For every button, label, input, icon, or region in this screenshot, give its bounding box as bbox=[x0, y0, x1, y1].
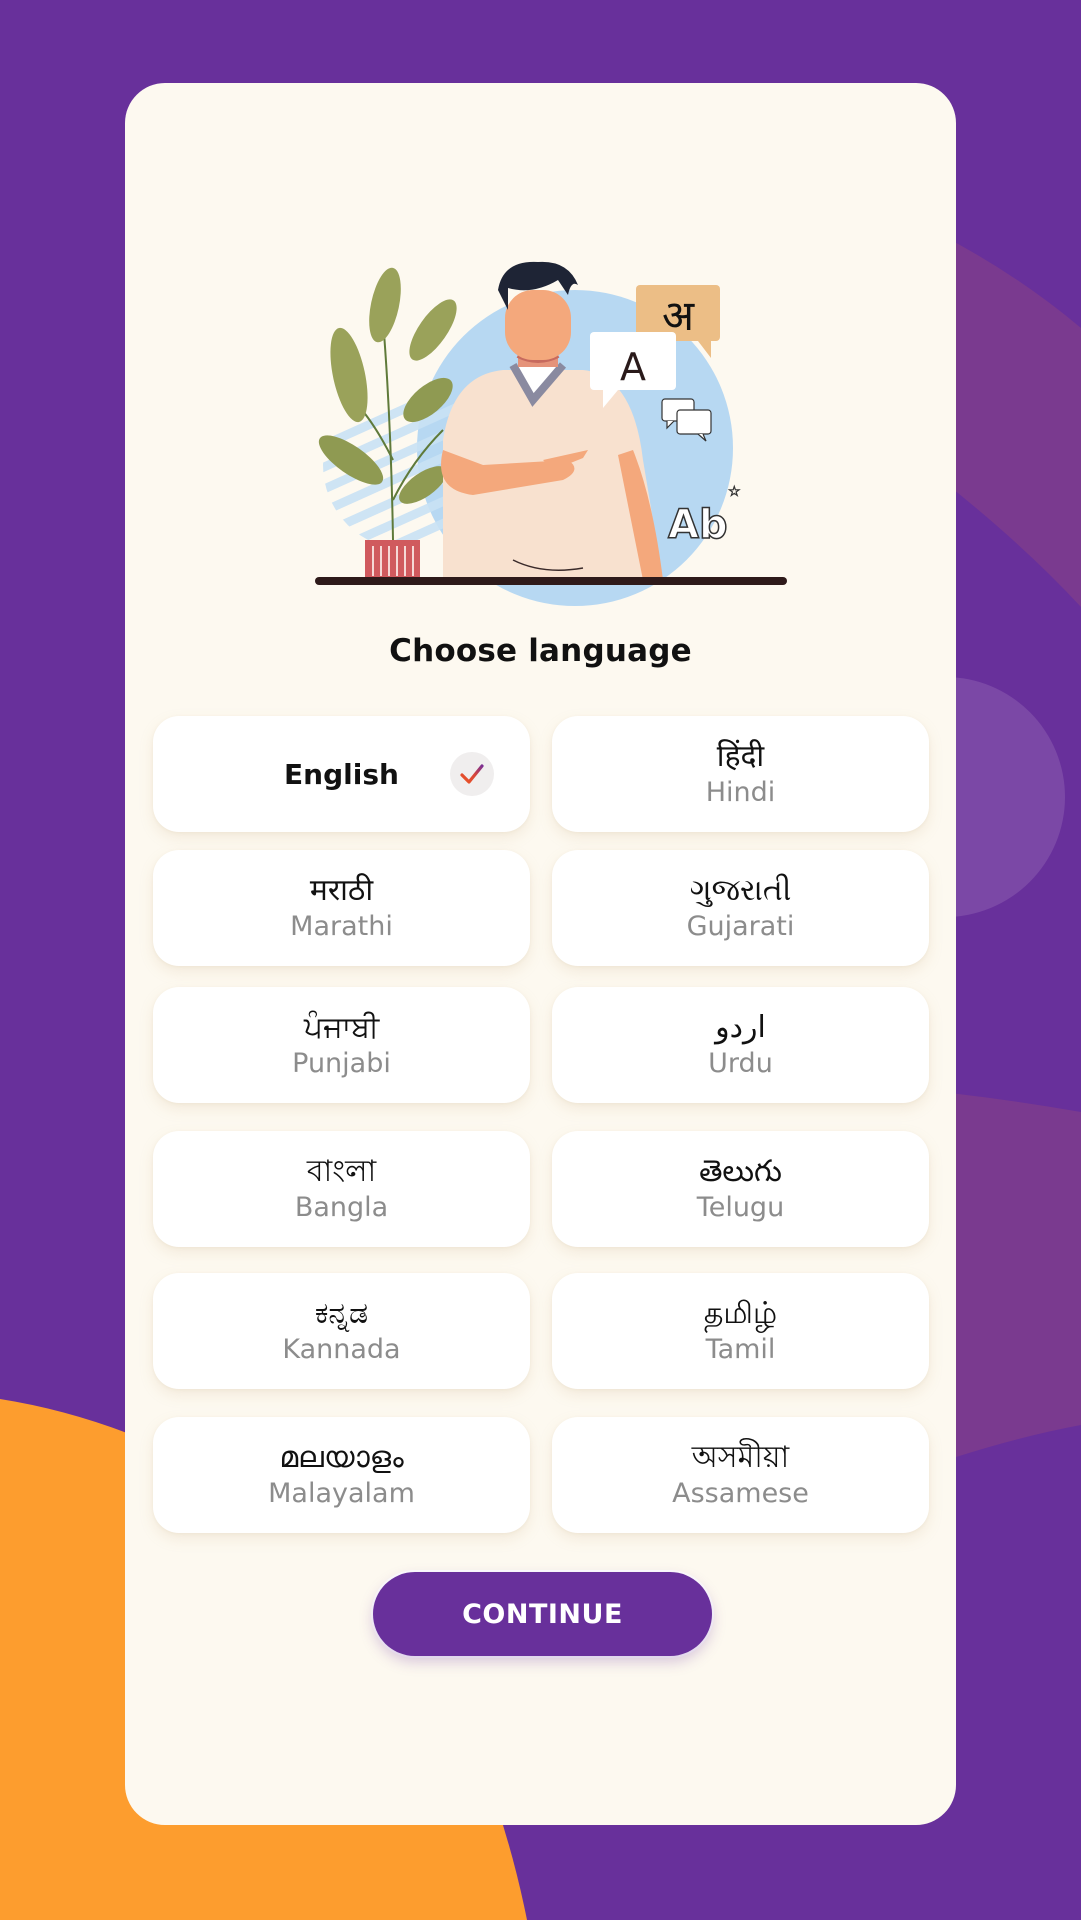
language-native-name: हिंदी bbox=[716, 739, 765, 774]
language-option-bangla[interactable]: বাংলা Bangla bbox=[153, 1131, 530, 1247]
language-option-marathi[interactable]: मराठी Marathi bbox=[153, 850, 530, 966]
language-option-tamil[interactable]: தமிழ் Tamil bbox=[552, 1273, 929, 1389]
language-card: अ A ☆ Ab Choose language English हिंदी Hin… bbox=[125, 83, 956, 1825]
language-english-name: Tamil bbox=[705, 1334, 776, 1365]
language-option-hindi[interactable]: हिंदी Hindi bbox=[552, 716, 929, 832]
language-english-name: Malayalam bbox=[268, 1478, 415, 1509]
check-icon bbox=[450, 752, 494, 796]
language-option-urdu[interactable]: اردو Urdu bbox=[552, 987, 929, 1103]
star-icon: ☆ bbox=[728, 484, 741, 500]
language-english-name: Marathi bbox=[290, 911, 393, 942]
language-label: English bbox=[284, 757, 399, 791]
language-native-name: অসমীয়া bbox=[691, 1440, 790, 1475]
language-native-name: தமிழ் bbox=[703, 1296, 778, 1331]
language-native-name: ગુજરાતી bbox=[689, 873, 792, 908]
language-native-name: ਪੰਜਾਬੀ bbox=[303, 1010, 380, 1045]
language-native-name: বাংলা bbox=[306, 1154, 377, 1189]
language-option-malayalam[interactable]: മലയാളം Malayalam bbox=[153, 1417, 530, 1533]
language-native-name: മലയാളം bbox=[279, 1440, 404, 1475]
illustration-floor bbox=[315, 577, 787, 585]
language-option-punjabi[interactable]: ਪੰਜਾਬੀ Punjabi bbox=[153, 987, 530, 1103]
language-option-english[interactable]: English bbox=[153, 716, 530, 832]
language-native-name: ಕನ್ನಡ bbox=[314, 1296, 369, 1331]
language-native-name: اردو bbox=[715, 1010, 766, 1045]
language-english-name: Urdu bbox=[708, 1048, 773, 1079]
language-english-name: Hindi bbox=[705, 777, 776, 808]
language-illustration: अ A ☆ Ab bbox=[315, 261, 787, 606]
language-english-name: Telugu bbox=[696, 1192, 785, 1223]
language-english-name: Bangla bbox=[294, 1192, 389, 1223]
language-native-name: తెలుగు bbox=[699, 1154, 782, 1189]
page-title: Choose language bbox=[389, 633, 692, 669]
language-option-gujarati[interactable]: ગુજરાતી Gujarati bbox=[552, 850, 929, 966]
language-english-name: Punjabi bbox=[292, 1048, 391, 1079]
language-english-name: Kannada bbox=[282, 1334, 401, 1365]
language-option-kannada[interactable]: ಕನ್ನಡ Kannada bbox=[153, 1273, 530, 1389]
language-english-name: Assamese bbox=[672, 1478, 809, 1509]
language-native-name: मराठी bbox=[309, 873, 374, 908]
continue-button[interactable]: CONTINUE bbox=[373, 1572, 712, 1656]
language-english-name: Gujarati bbox=[686, 911, 795, 942]
language-option-telugu[interactable]: తెలుగు Telugu bbox=[552, 1131, 929, 1247]
bubble-latin-text: A bbox=[620, 345, 646, 389]
language-option-assamese[interactable]: অসমীয়া Assamese bbox=[552, 1417, 929, 1533]
illustration-ab-label: Ab bbox=[668, 502, 728, 548]
